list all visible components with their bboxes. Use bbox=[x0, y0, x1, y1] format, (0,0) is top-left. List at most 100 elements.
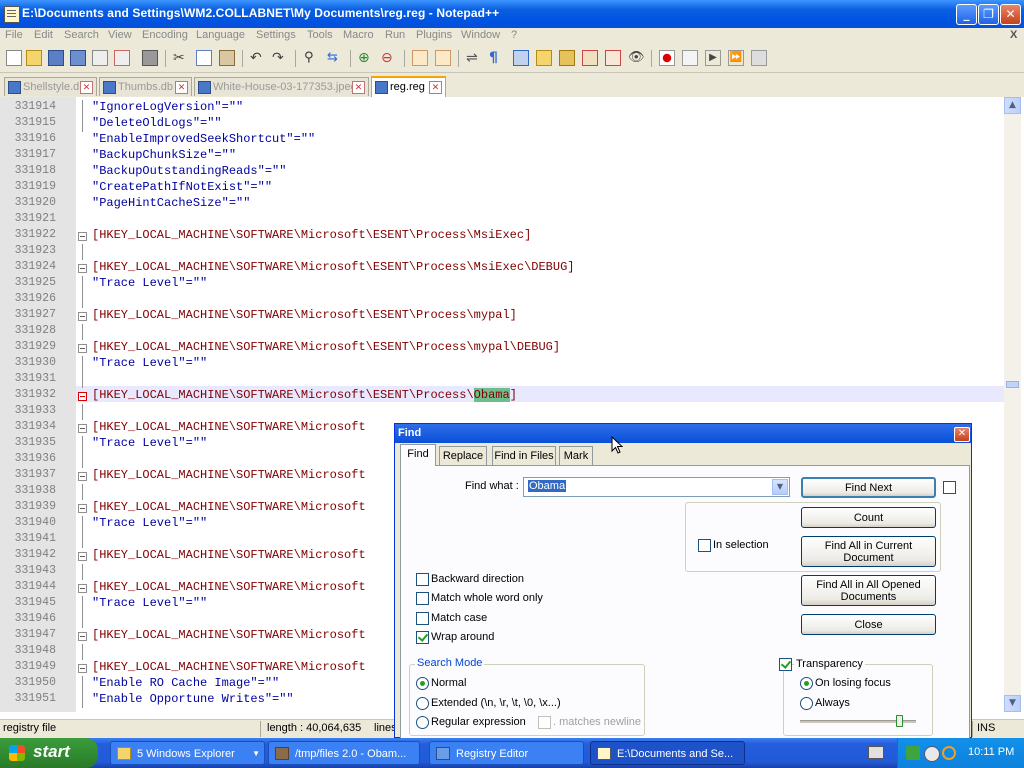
print-icon[interactable] bbox=[142, 50, 158, 66]
vertical-scrollbar[interactable]: ▲ ▼ bbox=[1004, 97, 1021, 712]
always-radio[interactable] bbox=[800, 697, 813, 710]
open-folder-icon[interactable] bbox=[26, 50, 42, 66]
tab-reg[interactable]: reg.reg ✕ bbox=[371, 76, 446, 97]
scroll-thumb[interactable] bbox=[1006, 381, 1019, 388]
find-all-opened-button[interactable]: Find All in All Opened Documents bbox=[801, 575, 936, 606]
task-windows-explorer[interactable]: 5 Windows Explorer ▼ bbox=[110, 741, 265, 765]
tab-white-house[interactable]: White-House-03-177353.jpeg ✕ bbox=[194, 77, 369, 96]
menu-language[interactable]: Language bbox=[196, 29, 245, 41]
title-bar[interactable]: E:\Documents and Settings\WM2.COLLABNET\… bbox=[0, 0, 1024, 28]
tab-find-in-files[interactable]: Find in Files bbox=[492, 446, 556, 465]
find-all-current-button[interactable]: Find All in Current Document bbox=[801, 536, 936, 567]
task-notepad[interactable]: E:\Documents and Se... bbox=[590, 741, 745, 765]
close-file-icon[interactable] bbox=[92, 50, 108, 66]
show-all-chars-icon[interactable]: ¶ bbox=[489, 50, 505, 66]
fold-marker-icon[interactable] bbox=[78, 424, 87, 433]
menu-tools[interactable]: Tools bbox=[307, 29, 333, 41]
fold-marker-icon[interactable] bbox=[78, 632, 87, 641]
menu-encoding[interactable]: Encoding bbox=[142, 29, 188, 41]
copy-icon[interactable] bbox=[196, 50, 212, 66]
scroll-down-button[interactable]: ▼ bbox=[1004, 695, 1021, 712]
menu-file[interactable]: File bbox=[5, 29, 23, 41]
close-dialog-button[interactable]: Close bbox=[801, 614, 936, 635]
fold-marker-icon[interactable] bbox=[78, 664, 87, 673]
find-dialog-titlebar[interactable]: Find bbox=[395, 424, 971, 443]
transparency-checkbox[interactable] bbox=[779, 658, 792, 671]
menu-window[interactable]: Window bbox=[461, 29, 500, 41]
scroll-up-button[interactable]: ▲ bbox=[1004, 97, 1021, 114]
play-macro-icon[interactable]: ▶ bbox=[705, 50, 721, 66]
menu-search[interactable]: Search bbox=[64, 29, 99, 41]
menu-close-doc[interactable]: X bbox=[1010, 29, 1017, 41]
record-macro-icon[interactable] bbox=[659, 50, 675, 66]
sync-vertical-icon[interactable] bbox=[412, 50, 428, 66]
tab-close-icon[interactable]: ✕ bbox=[80, 81, 93, 94]
match-case-checkbox[interactable] bbox=[416, 612, 429, 625]
fold-marker-icon[interactable] bbox=[78, 264, 87, 273]
close-all-icon[interactable] bbox=[114, 50, 130, 66]
tab-thumbs[interactable]: Thumbs.db ✕ bbox=[99, 77, 192, 96]
redo-icon[interactable]: ↷ bbox=[272, 50, 288, 66]
tab-find[interactable]: Find bbox=[400, 444, 436, 466]
indent-guide-icon[interactable] bbox=[513, 50, 529, 66]
fold-marker-icon[interactable] bbox=[78, 392, 87, 401]
menu-settings[interactable]: Settings bbox=[256, 29, 296, 41]
menu-help[interactable]: ? bbox=[511, 29, 517, 41]
match-whole-word-checkbox[interactable] bbox=[416, 592, 429, 605]
new-file-icon[interactable] bbox=[6, 50, 22, 66]
tab-close-icon[interactable]: ✕ bbox=[175, 81, 188, 94]
find-icon[interactable]: ⚲ bbox=[304, 50, 320, 66]
tab-close-icon[interactable]: ✕ bbox=[352, 81, 365, 94]
speaker-icon[interactable] bbox=[924, 746, 940, 762]
wrap-around-checkbox[interactable] bbox=[416, 631, 429, 644]
fold-marker-icon[interactable] bbox=[78, 584, 87, 593]
task-registry-editor[interactable]: Registry Editor bbox=[429, 741, 584, 765]
task-tmp-files[interactable]: /tmp/files 2.0 - Obam... bbox=[268, 741, 420, 765]
save-macro-icon[interactable] bbox=[751, 50, 767, 66]
stop-macro-icon[interactable] bbox=[682, 50, 698, 66]
fold-marker-icon[interactable] bbox=[78, 472, 87, 481]
network-icon[interactable] bbox=[906, 746, 920, 760]
tab-close-icon[interactable]: ✕ bbox=[429, 81, 442, 94]
sync-horizontal-icon[interactable] bbox=[435, 50, 451, 66]
regex-mode-radio[interactable] bbox=[416, 716, 429, 729]
find-what-combobox[interactable]: Obama ▼ bbox=[523, 477, 790, 497]
menu-view[interactable]: View bbox=[108, 29, 132, 41]
close-button[interactable]: ✕ bbox=[1000, 4, 1021, 25]
find-next-button[interactable]: Find Next bbox=[801, 477, 936, 498]
cut-icon[interactable]: ✂ bbox=[173, 50, 189, 66]
find-next-option-checkbox[interactable] bbox=[943, 481, 956, 494]
fold-marker-icon[interactable] bbox=[78, 344, 87, 353]
monitoring-icon[interactable]: 👁 bbox=[628, 50, 645, 66]
backward-direction-checkbox[interactable] bbox=[416, 573, 429, 586]
tab-mark[interactable]: Mark bbox=[559, 446, 593, 465]
in-selection-checkbox[interactable] bbox=[698, 539, 711, 552]
fold-marker-icon[interactable] bbox=[78, 232, 87, 241]
doc-map-icon[interactable] bbox=[559, 50, 575, 66]
function-list-icon[interactable] bbox=[582, 50, 598, 66]
keyboard-icon[interactable] bbox=[868, 746, 884, 759]
paste-icon[interactable] bbox=[219, 50, 235, 66]
transparency-slider-thumb[interactable] bbox=[895, 715, 903, 727]
save-icon[interactable] bbox=[48, 50, 64, 66]
start-button[interactable]: start bbox=[0, 738, 98, 768]
zoom-out-icon[interactable]: ⊖ bbox=[381, 50, 397, 66]
minimize-button[interactable]: _ bbox=[956, 4, 977, 25]
on-losing-focus-radio[interactable] bbox=[800, 677, 813, 690]
menu-plugins[interactable]: Plugins bbox=[416, 29, 452, 41]
fold-marker-icon[interactable] bbox=[78, 504, 87, 513]
fold-marker-icon[interactable] bbox=[78, 552, 87, 561]
fold-marker-icon[interactable] bbox=[78, 312, 87, 321]
user-language-icon[interactable] bbox=[536, 50, 552, 66]
find-what-input[interactable]: Obama bbox=[528, 480, 567, 492]
tab-replace[interactable]: Replace bbox=[439, 446, 487, 465]
folder-as-workspace-icon[interactable] bbox=[605, 50, 621, 66]
menu-run[interactable]: Run bbox=[385, 29, 405, 41]
undo-icon[interactable]: ↶ bbox=[250, 50, 266, 66]
save-all-icon[interactable] bbox=[70, 50, 86, 66]
replace-icon[interactable]: ⇆ bbox=[327, 50, 343, 66]
count-button[interactable]: Count bbox=[801, 507, 936, 528]
tab-shellstyle[interactable]: Shellstyle.dll ✕ bbox=[4, 77, 97, 96]
find-dialog-close-icon[interactable]: ✕ bbox=[954, 427, 970, 442]
extended-mode-radio[interactable] bbox=[416, 697, 429, 710]
